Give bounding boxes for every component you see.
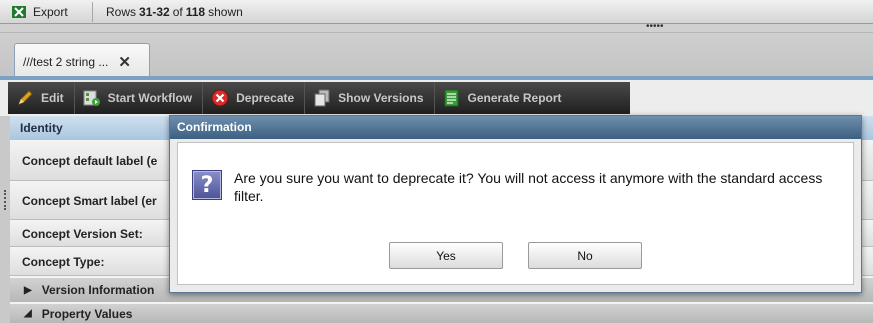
rows-status: Rows 31-32 of 118 shown [106,5,243,19]
horizontal-splitter[interactable]: ••••• [0,21,873,32]
rows-total: 118 [185,5,206,19]
resize-grip[interactable] [4,190,7,210]
dialog-title: Confirmation [170,116,861,139]
start-workflow-label: Start Workflow [107,91,193,105]
collapse-arrow-icon: ◢ [24,308,32,319]
confirmation-dialog: Confirmation ? Are you sure you want to … [169,115,862,293]
edit-button[interactable]: Edit [8,82,75,114]
export-button[interactable]: Export [8,2,93,22]
property-label: Concept Version Set: [22,226,143,241]
yes-button[interactable]: Yes [389,242,503,269]
generate-report-button[interactable]: Generate Report [435,82,572,114]
versions-icon [313,89,331,107]
dialog-message: Are you sure you want to deprecate it? Y… [234,170,823,204]
action-toolbar: Edit Start Workflow Deprecate Show Versi… [0,80,873,116]
workflow-icon [83,89,101,107]
deprecate-button[interactable]: Deprecate [203,82,306,114]
question-icon: ? [192,170,222,200]
report-icon [443,89,461,107]
grid-toolbar: Export Rows 31-32 of 118 shown [0,0,873,24]
no-button[interactable]: No [528,242,642,269]
start-workflow-button[interactable]: Start Workflow [75,82,204,114]
show-versions-button[interactable]: Show Versions [305,82,435,114]
export-label: Export [33,5,68,19]
generate-report-label: Generate Report [467,91,562,105]
property-label: Concept default label (e [22,153,158,168]
rows-prefix: Rows [106,5,137,19]
section-label: Version Information [41,283,155,297]
deprecate-icon [211,89,229,107]
edit-label: Edit [41,91,64,105]
rows-range: 31-32 [139,5,170,19]
property-values-section[interactable]: ◢ Property Values [10,304,873,323]
tab-test-2-string[interactable]: ///test 2 string ... ✕ [14,43,150,79]
tab-label: ///test 2 string ... [23,54,109,69]
property-label: Concept Smart label (er [22,193,157,208]
excel-icon [12,5,28,19]
expand-arrow-icon: ▶ [24,284,32,296]
property-label: Concept Type: [22,254,105,269]
deprecate-label: Deprecate [236,91,295,105]
show-versions-label: Show Versions [338,91,424,105]
close-icon[interactable]: ✕ [118,53,131,71]
splitter-grip-icon: ••••• [646,21,664,32]
rows-suffix: shown [208,5,243,19]
dialog-body: ? Are you sure you want to deprecate it?… [177,142,854,285]
pencil-icon [16,89,34,107]
section-label: Property Values [41,306,133,321]
rows-of: of [172,5,183,19]
tab-bar: ///test 2 string ... ✕ [0,32,873,79]
